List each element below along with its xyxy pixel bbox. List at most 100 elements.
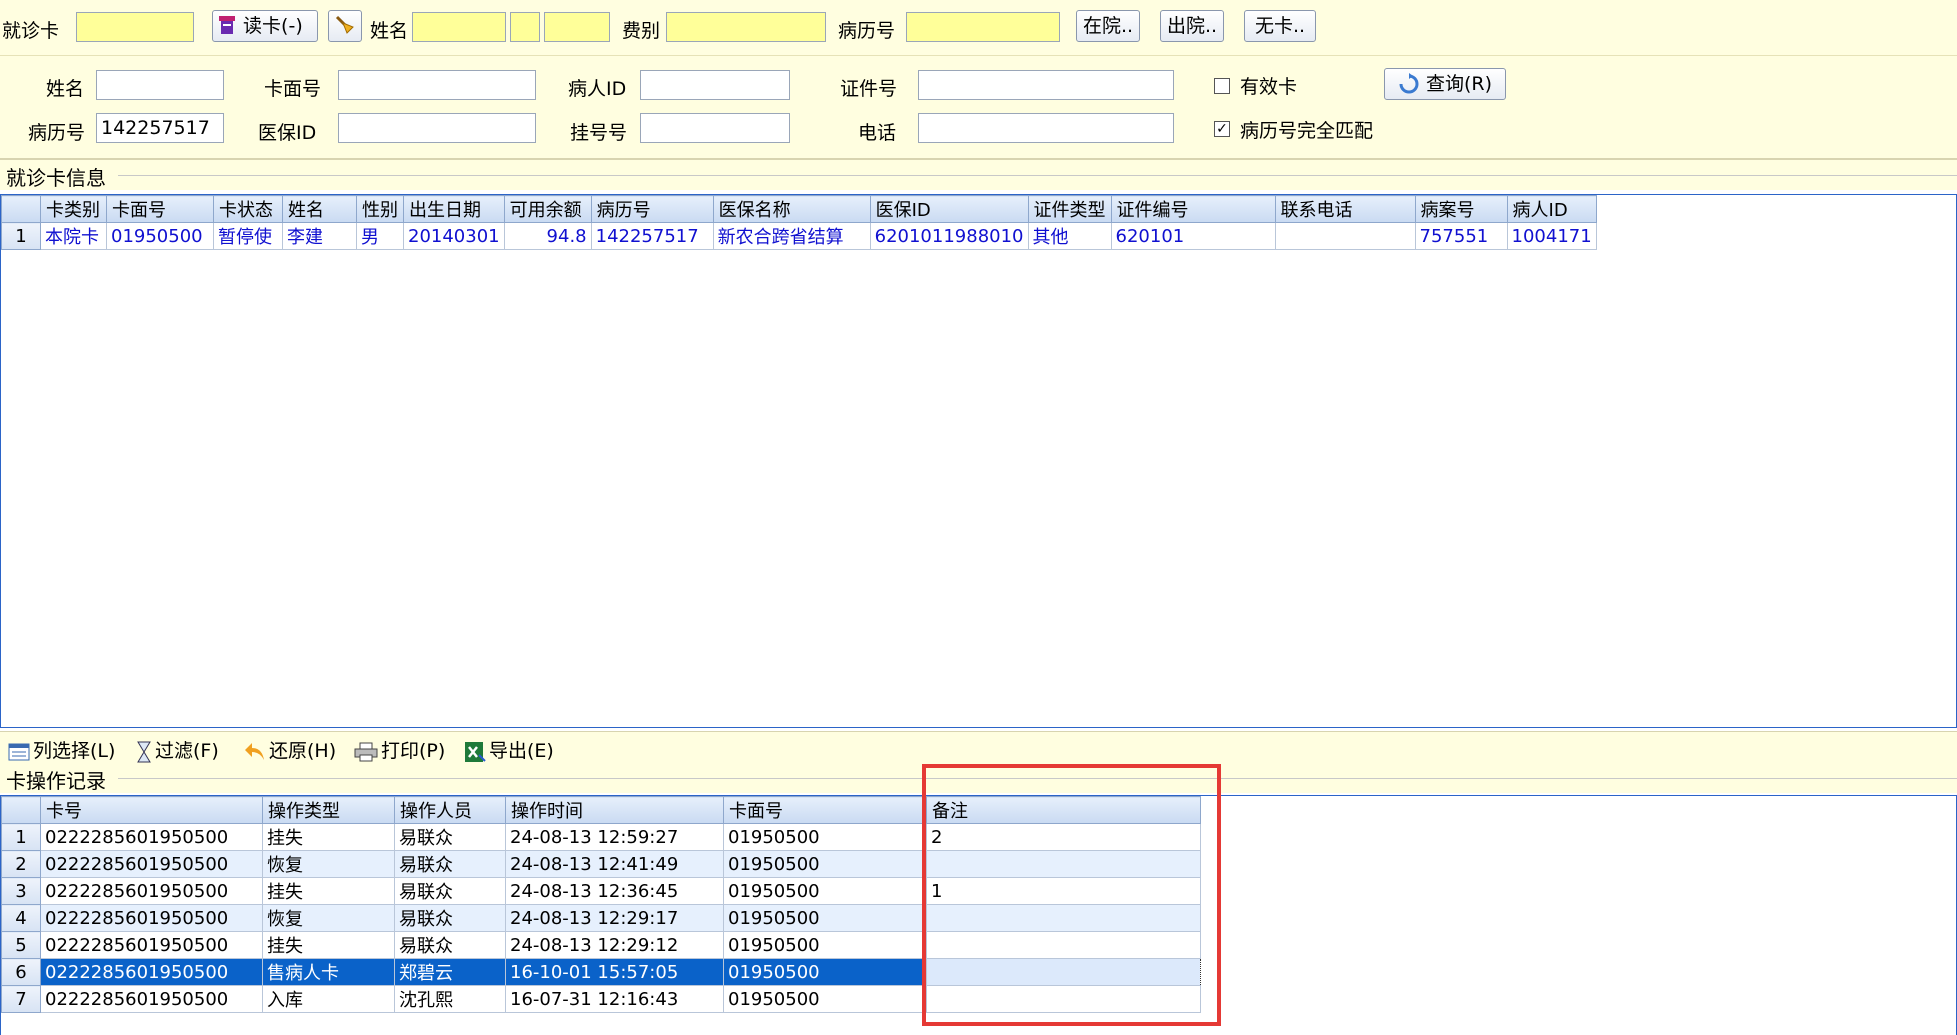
exact-match-checkbox[interactable]: ✓ — [1214, 121, 1230, 137]
card-info-grid[interactable]: 卡类别 卡面号 卡状态 姓名 性别 出生日期 可用余额 病历号 医保名称 医保I… — [0, 194, 1957, 728]
table-cell[interactable]: 李建 — [282, 222, 357, 250]
col-header-phone[interactable]: 联系电话 — [1274, 195, 1416, 223]
read-card-button[interactable]: 读卡(-) — [212, 10, 318, 42]
table-cell[interactable]: 入库 — [262, 985, 395, 1013]
fee-type-input[interactable] — [666, 12, 826, 42]
filter-button[interactable]: 过滤(F) — [136, 736, 219, 762]
col-header-patient-id[interactable]: 病人ID — [1506, 195, 1597, 223]
table-cell[interactable]: 0222285601950500 — [40, 823, 263, 851]
table-cell[interactable]: 本院卡 — [40, 222, 107, 250]
phone-input[interactable] — [918, 113, 1174, 143]
table-cell[interactable]: 挂失 — [262, 877, 395, 905]
table-cell[interactable]: 沈孔熙 — [394, 985, 506, 1013]
col-header-insurance-name[interactable]: 医保名称 — [712, 195, 871, 223]
col-header-name[interactable]: 姓名 — [282, 195, 357, 223]
col-header-card-face[interactable]: 卡面号 — [106, 195, 214, 223]
table-cell[interactable]: 01950500 — [723, 850, 927, 878]
table-cell[interactable]: 01950500 — [723, 904, 927, 932]
table-cell[interactable]: 1004171 — [1506, 222, 1597, 250]
table-cell[interactable]: 24-08-13 12:29:12 — [505, 931, 724, 959]
col-header-card-type[interactable]: 卡类别 — [40, 195, 107, 223]
card-face-input[interactable] — [338, 70, 536, 100]
id-no-input[interactable] — [918, 70, 1174, 100]
table-cell[interactable]: 售病人卡 — [262, 958, 395, 986]
topbar-age-input[interactable] — [544, 12, 610, 42]
table-cell[interactable]: 24-08-13 12:59:27 — [505, 823, 724, 851]
table-cell[interactable]: 易联众 — [394, 904, 506, 932]
card-input[interactable] — [76, 12, 194, 42]
col-header-case-no[interactable]: 病案号 — [1414, 195, 1508, 223]
table-cell[interactable]: 0222285601950500 — [40, 958, 263, 986]
ops-title: 卡操作记录 — [6, 769, 106, 793]
col-header-balance[interactable]: 可用余额 — [503, 195, 592, 223]
col-header-insurance-id[interactable]: 医保ID — [869, 195, 1029, 223]
table-cell[interactable]: 620101 — [1110, 222, 1276, 250]
table-cell[interactable]: 01950500 — [723, 877, 927, 905]
table-cell[interactable]: 01950500 — [723, 985, 927, 1013]
table-cell[interactable]: 757551 — [1414, 222, 1508, 250]
no-card-button[interactable]: 无卡.. — [1244, 10, 1316, 42]
table-cell[interactable]: 0222285601950500 — [40, 877, 263, 905]
insurance-id-input[interactable] — [338, 113, 536, 143]
table-cell[interactable]: 男 — [356, 222, 404, 250]
col-header-card-face[interactable]: 卡面号 — [723, 796, 927, 824]
col-header-op-time[interactable]: 操作时间 — [505, 796, 724, 824]
table-cell[interactable]: 01950500 — [106, 222, 214, 250]
col-header-card-no[interactable]: 卡号 — [40, 796, 263, 824]
in-hospital-button[interactable]: 在院.. — [1076, 10, 1140, 42]
column-select-button[interactable]: 列选择(L) — [8, 736, 115, 762]
table-cell[interactable]: 暂停使 — [213, 222, 283, 250]
table-cell[interactable]: 0222285601950500 — [40, 850, 263, 878]
table-cell[interactable]: 易联众 — [394, 850, 506, 878]
table-cell[interactable]: 易联众 — [394, 877, 506, 905]
table-cell[interactable]: 20140301 — [403, 222, 505, 250]
table-row[interactable]: 1 本院卡 01950500 暂停使 李建 男 20140301 94.8 14… — [1, 222, 1597, 250]
table-cell[interactable]: 挂失 — [262, 931, 395, 959]
table-cell[interactable]: 新农合跨省结算 — [712, 222, 871, 250]
table-cell[interactable]: 0222285601950500 — [40, 904, 263, 932]
table-cell[interactable]: 其他 — [1027, 222, 1112, 250]
table-cell[interactable] — [1274, 222, 1416, 250]
table-cell[interactable]: 16-10-01 15:57:05 — [505, 958, 724, 986]
record-no-input[interactable]: 142257517 — [96, 113, 224, 143]
table-cell[interactable]: 6201011988010 — [869, 222, 1029, 250]
print-button[interactable]: 打印(P) — [354, 736, 445, 762]
col-header-operator[interactable]: 操作人员 — [394, 796, 506, 824]
table-cell[interactable]: 易联众 — [394, 931, 506, 959]
export-button[interactable]: 导出(E) — [464, 736, 554, 762]
table-cell[interactable]: 0222285601950500 — [40, 985, 263, 1013]
filter-name-input[interactable] — [96, 70, 224, 100]
col-header-id-number[interactable]: 证件编号 — [1110, 195, 1276, 223]
query-button[interactable]: 查询(R) — [1384, 68, 1506, 100]
out-hospital-button[interactable]: 出院.. — [1160, 10, 1224, 42]
col-header-record-no[interactable]: 病历号 — [590, 195, 714, 223]
table-cell[interactable]: 24-08-13 12:29:17 — [505, 904, 724, 932]
topbar-name-input[interactable] — [412, 12, 506, 42]
table-cell[interactable]: 94.8 — [503, 222, 592, 250]
table-cell[interactable]: 0222285601950500 — [40, 931, 263, 959]
restore-button[interactable]: 还原(H) — [244, 736, 336, 762]
topbar-sex-input[interactable] — [510, 12, 540, 42]
col-header-id-type[interactable]: 证件类型 — [1027, 195, 1112, 223]
col-header-sex[interactable]: 性别 — [356, 195, 404, 223]
table-cell[interactable]: 恢复 — [262, 904, 395, 932]
reg-no-input[interactable] — [640, 113, 790, 143]
table-cell[interactable]: 24-08-13 12:36:45 — [505, 877, 724, 905]
table-cell[interactable]: 挂失 — [262, 823, 395, 851]
topbar-record-input[interactable] — [906, 12, 1060, 42]
valid-card-checkbox[interactable] — [1214, 78, 1230, 94]
table-cell[interactable]: 郑碧云 — [394, 958, 506, 986]
clear-button[interactable] — [328, 10, 362, 42]
table-cell[interactable]: 01950500 — [723, 823, 927, 851]
col-header-birth-date[interactable]: 出生日期 — [403, 195, 505, 223]
table-cell[interactable]: 易联众 — [394, 823, 506, 851]
patient-id-input[interactable] — [640, 70, 790, 100]
col-header-card-status[interactable]: 卡状态 — [213, 195, 283, 223]
col-header-op-type[interactable]: 操作类型 — [262, 796, 395, 824]
table-cell[interactable]: 01950500 — [723, 931, 927, 959]
table-cell[interactable]: 24-08-13 12:41:49 — [505, 850, 724, 878]
table-cell[interactable]: 恢复 — [262, 850, 395, 878]
table-cell[interactable]: 01950500 — [723, 958, 927, 986]
table-cell[interactable]: 16-07-31 12:16:43 — [505, 985, 724, 1013]
table-cell[interactable]: 142257517 — [590, 222, 714, 250]
